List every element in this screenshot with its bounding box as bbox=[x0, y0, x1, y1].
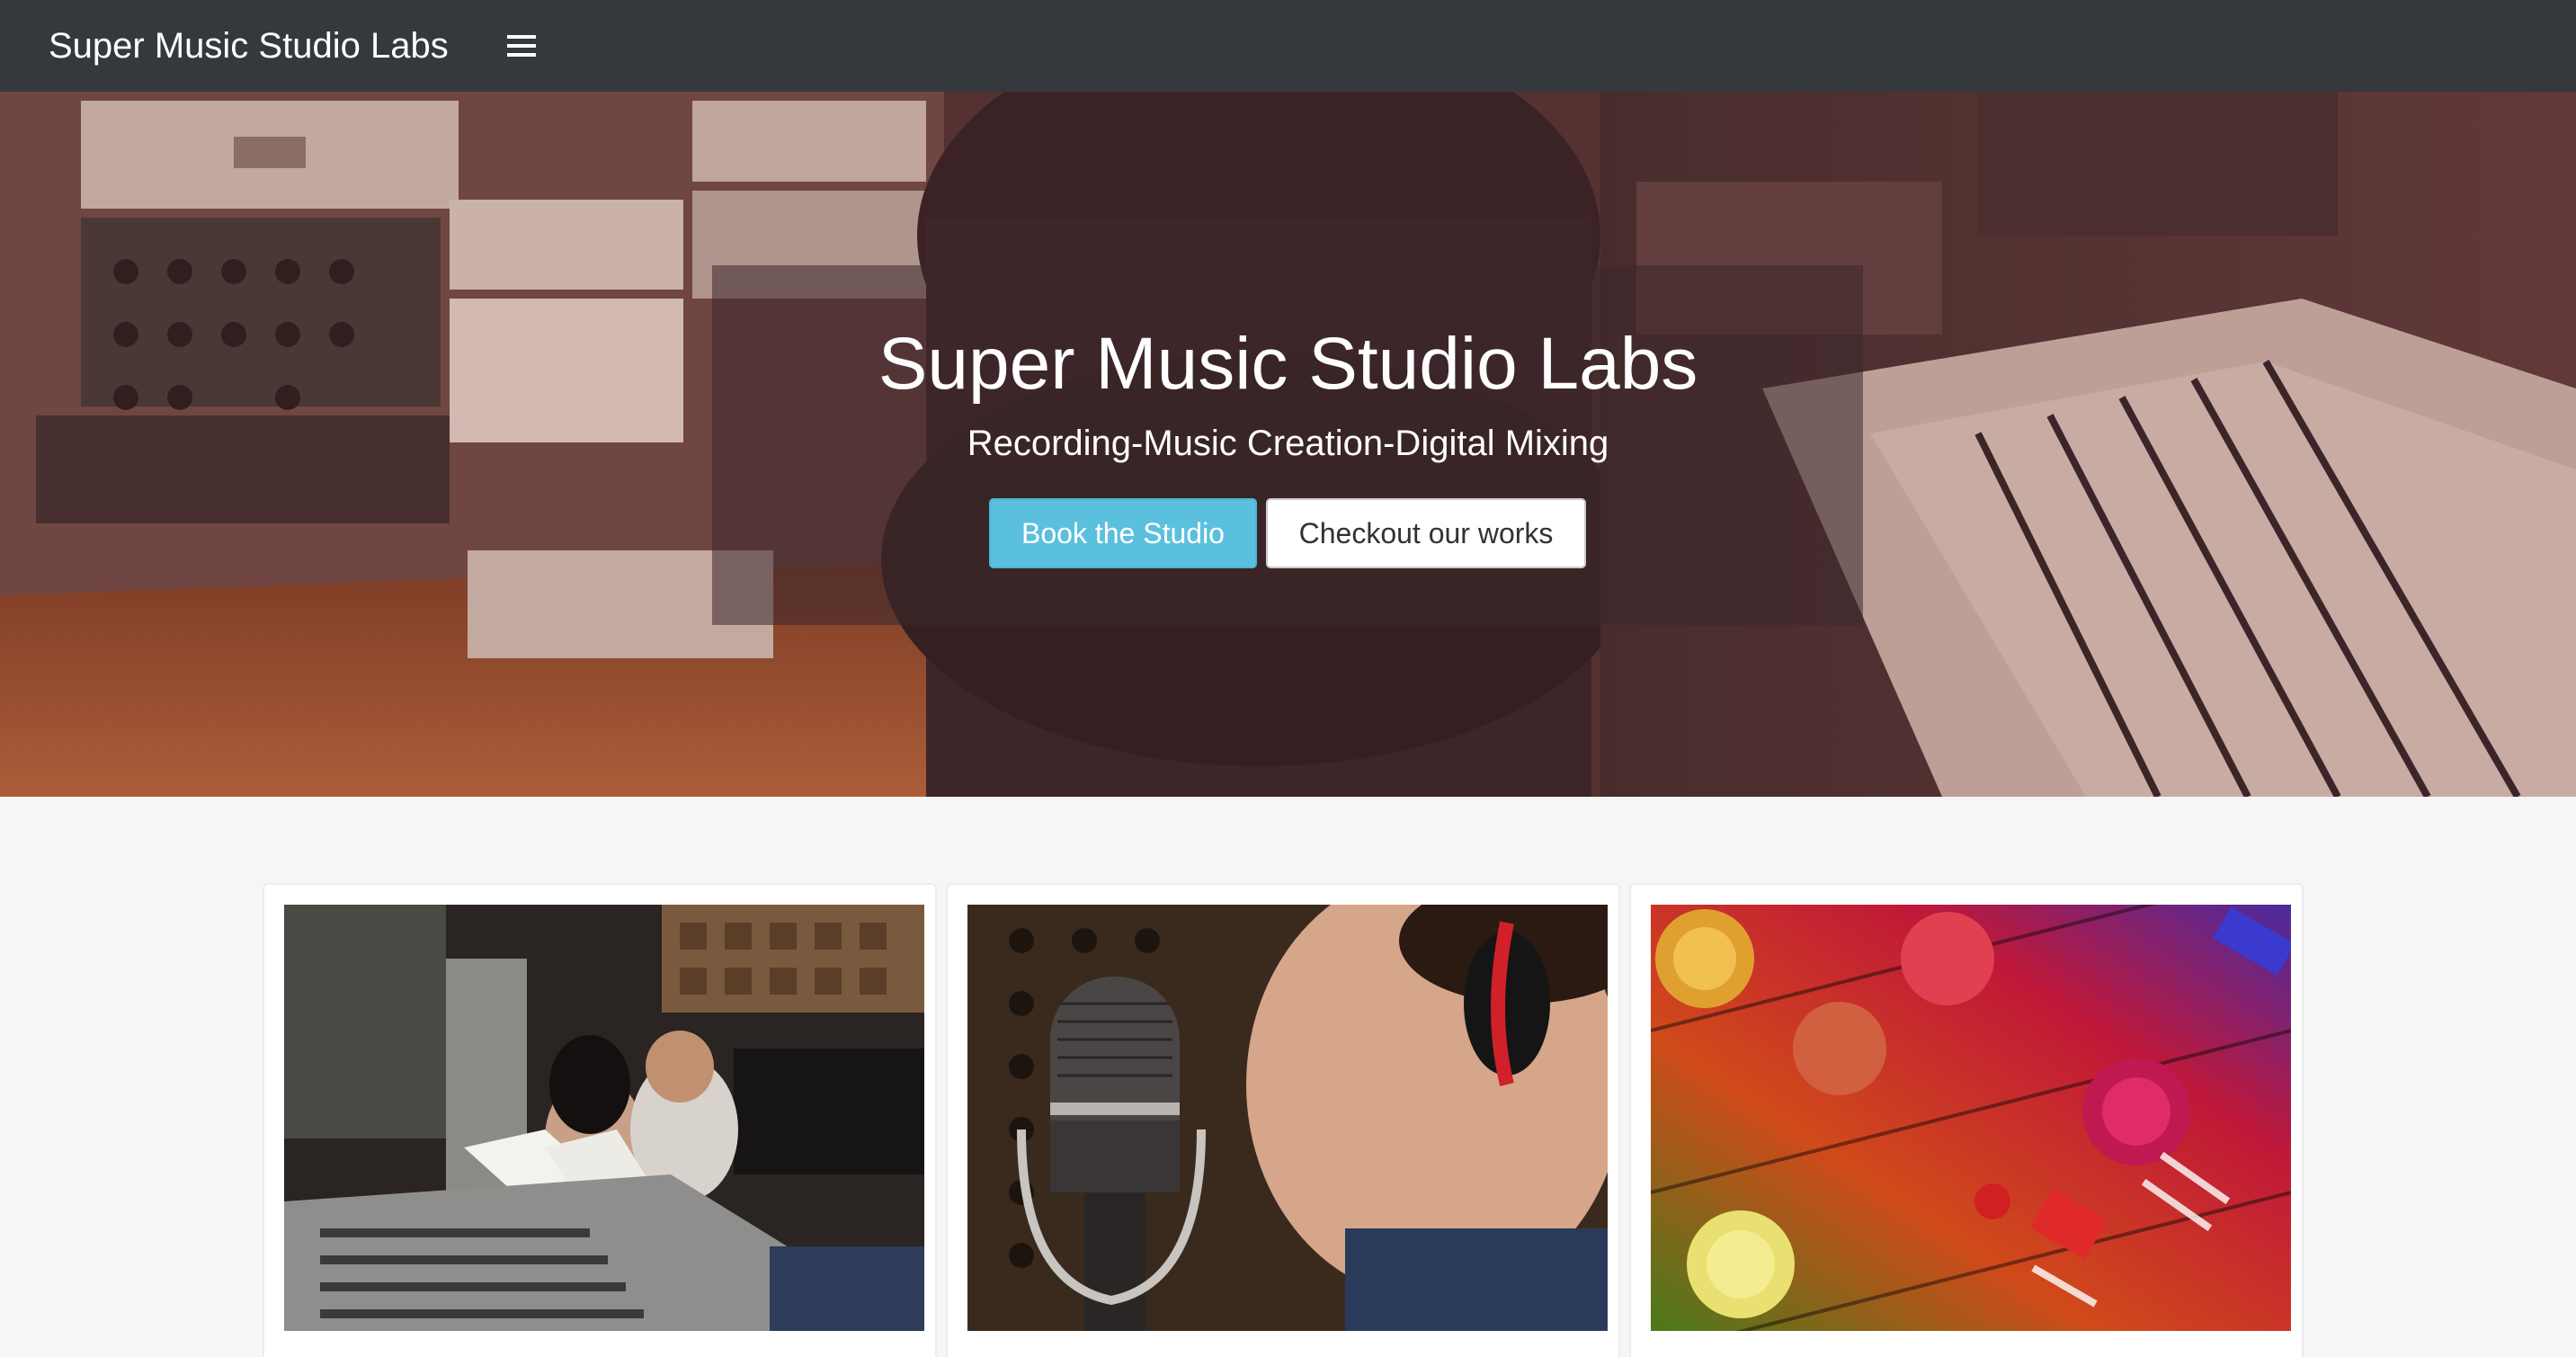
top-navbar: Super Music Studio Labs bbox=[0, 0, 2576, 92]
studio-session-image[interactable] bbox=[284, 905, 924, 1331]
singer-microphone-image[interactable] bbox=[967, 905, 1608, 1331]
book-studio-button[interactable]: Book the Studio bbox=[989, 498, 1257, 568]
card-mixer-knobs bbox=[1629, 883, 2304, 1357]
hero-subtitle: Recording-Music Creation-Digital Mixing bbox=[967, 424, 1609, 463]
hero-title: Super Music Studio Labs bbox=[878, 323, 1698, 405]
mixer-knobs-image[interactable] bbox=[1651, 905, 2291, 1331]
brand-link[interactable]: Super Music Studio Labs bbox=[49, 26, 449, 67]
hero-section: Super Music Studio Labs Recording-Music … bbox=[0, 92, 2576, 797]
card-studio-session bbox=[263, 883, 937, 1357]
card-singer-microphone bbox=[946, 883, 1620, 1357]
feature-cards bbox=[263, 883, 2313, 1357]
hamburger-menu-icon[interactable] bbox=[501, 25, 542, 67]
checkout-works-button[interactable]: Checkout our works bbox=[1266, 498, 1586, 568]
